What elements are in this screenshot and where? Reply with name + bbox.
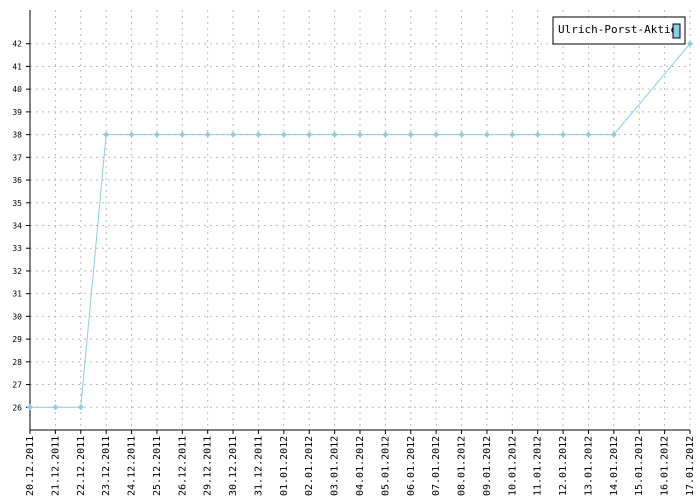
x-tick-label: 06.01.2012 [406,436,417,496]
x-tick-label: 16.01.2012 [660,436,671,496]
x-tick-label: 02.01.2012 [304,436,315,496]
data-point-marker [77,404,84,411]
x-tick-label: 20.12.2011 [25,436,36,496]
legend-label: Ulrich-Porst-Aktie [558,23,677,36]
data-point-marker [52,404,59,411]
x-tick-label: 15.01.2012 [634,436,645,496]
y-tick-label: 31 [12,290,22,299]
y-tick-label: 42 [12,40,22,49]
data-point-marker [153,131,160,138]
y-axis-ticks: 26 27 28 29 30 31 32 33 34 35 36 37 38 39 40 41 42 [12,40,22,413]
chart-stage: 26 27 28 29 30 31 32 33 34 35 36 37 38 39 40 41 42 20.12… [0,0,700,500]
x-tick-label: 22.12.2011 [76,436,87,496]
data-point-marker [280,131,287,138]
data-point-marker [331,131,338,138]
x-axis-ticks: 20.12.2011 21.12.2011 22.12.2011 23.12.2011… [25,436,696,496]
y-tick-label: 26 [12,403,22,412]
x-tick-label: 29.12.2011 [203,436,214,496]
grid [29,10,691,430]
x-tick-label: 31.12.2011 [253,436,264,496]
y-tick-label: 33 [12,244,22,253]
y-tick-label: 41 [12,62,22,71]
x-tick-label: 09.01.2012 [482,436,493,496]
x-tick-label: 25.12.2011 [152,436,163,496]
x-tick-label: 10.01.2012 [507,436,518,496]
data-point-marker [230,131,237,138]
x-tick-label: 01.01.2012 [279,436,290,496]
data-point-marker [458,131,465,138]
y-tick-label: 34 [12,222,22,231]
data-point-marker [128,131,135,138]
y-tick-label: 28 [12,358,22,367]
data-point-marker [382,131,389,138]
y-tick-label: 39 [12,108,22,117]
x-tick-label: 21.12.2011 [50,436,61,496]
data-point-marker [407,131,414,138]
data-point-marker [357,131,363,138]
axes [26,10,691,434]
y-tick-label: 40 [12,85,22,94]
x-tick-label: 05.01.2012 [380,436,391,496]
data-point-marker [306,131,313,138]
data-point-marker [483,131,490,138]
x-tick-label: 11.01.2012 [533,436,544,496]
x-tick-label: 12.01.2012 [558,436,569,496]
y-tick-label: 35 [12,199,22,208]
x-tick-label: 03.01.2012 [330,436,341,496]
data-point-marker [27,404,33,411]
data-point-marker [560,131,567,138]
x-tick-label: 26.12.2011 [177,436,188,496]
data-point-marker [179,131,186,138]
data-point-marker [509,131,516,138]
x-tick-label: 08.01.2012 [457,436,468,496]
x-tick-label: 23.12.2011 [101,436,112,496]
y-tick-label: 29 [12,335,22,344]
y-tick-label: 38 [12,131,22,140]
data-point-marker [255,131,262,138]
x-tick-label: 17.01.2012 [685,436,696,496]
y-tick-label: 37 [12,153,22,162]
legend: Ulrich-Porst-Aktie [552,16,686,45]
x-tick-label: 13.01.2012 [583,436,594,496]
x-tick-label: 04.01.2012 [355,436,366,496]
line-chart: 26 27 28 29 30 31 32 33 34 35 36 37 38 39 40 41 42 20.12… [12,10,696,496]
x-tick-label: 14.01.2012 [609,436,620,496]
x-tick-label: 30.12.2011 [228,436,239,496]
data-point-marker [534,131,541,138]
data-point-marker [585,131,592,138]
y-tick-label: 32 [12,267,22,276]
y-tick-label: 30 [12,312,22,321]
legend-swatch [672,23,681,39]
y-tick-label: 27 [12,381,22,390]
data-point-marker [103,131,110,138]
y-tick-label: 36 [12,176,22,185]
data-point-marker [433,131,440,138]
x-tick-label: 24.12.2011 [127,436,138,496]
data-point-marker [204,131,211,138]
x-tick-label: 07.01.2012 [431,436,442,496]
